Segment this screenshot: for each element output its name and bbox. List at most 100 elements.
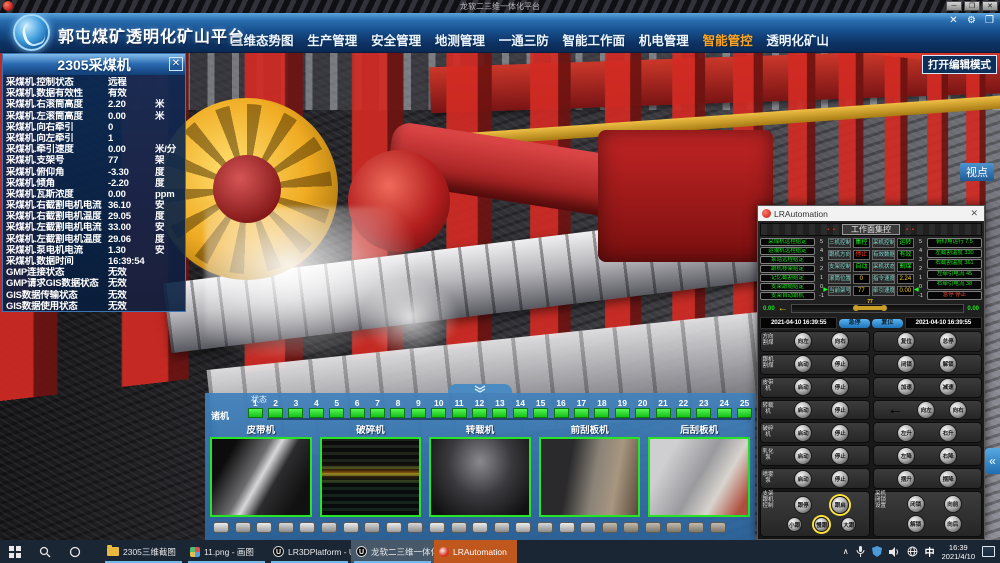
support-status-block[interactable]: [370, 408, 385, 418]
round-control-button[interactable]: 启动: [794, 470, 812, 488]
taskbar-app-3[interactable]: ULR3DPlatform - U...: [268, 540, 351, 563]
round-control-button[interactable]: 启动: [794, 424, 812, 442]
round-control-button[interactable]: 停止: [831, 447, 849, 465]
filmstrip-chip[interactable]: [710, 522, 726, 533]
support-status-block[interactable]: [533, 408, 548, 418]
round-control-button[interactable]: 向右: [831, 332, 849, 350]
round-control-button[interactable]: 向右: [949, 401, 967, 419]
support-status-block[interactable]: [452, 408, 467, 418]
preset-button[interactable]: 左截割温度 330: [927, 249, 982, 259]
search-icon[interactable]: [30, 540, 60, 563]
nav-item-1[interactable]: 三维态势图: [231, 30, 294, 49]
clock[interactable]: 16:39 2021/4/10: [942, 543, 975, 561]
preset-button[interactable]: 记忆截割给定: [760, 274, 815, 282]
support-status-block[interactable]: [431, 408, 446, 418]
round-control-button[interactable]: 向左: [794, 332, 812, 350]
round-control-button[interactable]: 大跟: [841, 517, 856, 532]
filmstrip-chip[interactable]: [537, 522, 553, 533]
round-control-button[interactable]: 向左: [917, 401, 935, 419]
gear-icon[interactable]: ⚙: [965, 14, 978, 27]
filmstrip-chip[interactable]: [451, 522, 467, 533]
support-status-block[interactable]: [268, 408, 283, 418]
support-status-block[interactable]: [248, 408, 263, 418]
round-control-button[interactable]: 跟停: [794, 496, 812, 514]
taskbar-app-1[interactable]: 2305三维截图: [102, 540, 185, 563]
support-status-block[interactable]: [390, 408, 405, 418]
hidden-icons-caret[interactable]: ∧: [843, 547, 849, 556]
preset-button[interactable]: 俯仰角运行 7.5: [927, 238, 982, 248]
filmstrip-chip[interactable]: [299, 522, 315, 533]
filmstrip-chip[interactable]: [666, 522, 682, 533]
close-button[interactable]: ✕: [982, 1, 998, 11]
filmstrip-chip[interactable]: [645, 522, 661, 533]
preset-button[interactable]: 采煤机远程给定: [760, 238, 815, 246]
round-control-button[interactable]: 闭锁: [897, 355, 915, 373]
round-control-button[interactable]: 启动: [794, 447, 812, 465]
preset-button[interactable]: 跟机移架给定: [760, 265, 815, 273]
filmstrip-chip[interactable]: [321, 522, 337, 533]
preset-button[interactable]: 泵站远程给定: [760, 256, 815, 264]
round-control-button[interactable]: 加速: [897, 378, 915, 396]
filmstrip-chip[interactable]: [472, 522, 488, 533]
filmstrip-chip[interactable]: [515, 522, 531, 533]
round-control-button[interactable]: 小跟: [787, 517, 802, 532]
round-control-button[interactable]: 左降: [897, 447, 915, 465]
wrench-icon[interactable]: ✕: [947, 14, 960, 27]
support-status-block[interactable]: [288, 408, 303, 418]
round-control-button[interactable]: 解锁: [939, 355, 957, 373]
support-status-block[interactable]: [513, 408, 528, 418]
reset-button[interactable]: 复位: [872, 319, 903, 328]
maximize-button[interactable]: ❐: [964, 1, 980, 11]
filmstrip-chip[interactable]: [429, 522, 445, 533]
filmstrip-chip[interactable]: [602, 522, 618, 533]
microphone-icon[interactable]: [856, 546, 865, 557]
filmstrip-chip[interactable]: [580, 522, 596, 533]
start-button[interactable]: [0, 540, 30, 563]
lr-close-icon[interactable]: ✕: [968, 208, 980, 219]
nav-item-5[interactable]: 一通三防: [499, 30, 549, 49]
filmstrip-chip[interactable]: [407, 522, 423, 533]
round-control-button[interactable]: 总停: [939, 332, 957, 350]
ime-indicator[interactable]: 中: [925, 544, 935, 559]
support-status-block[interactable]: [411, 408, 426, 418]
shield-icon[interactable]: [872, 546, 882, 557]
round-control-button[interactable]: 向后: [944, 515, 962, 533]
support-status-block[interactable]: [472, 408, 487, 418]
round-control-button[interactable]: 停止: [831, 470, 849, 488]
filmstrip-chip[interactable]: [235, 522, 251, 533]
nav-item-6[interactable]: 智能工作面: [562, 30, 625, 49]
support-status-block[interactable]: [594, 408, 609, 418]
round-control-button[interactable]: 摆降: [939, 470, 957, 488]
preset-button[interactable]: 运输机远程给定: [760, 247, 815, 255]
preset-button[interactable]: 右牵引电流 38: [927, 280, 982, 290]
support-status-block[interactable]: [656, 408, 671, 418]
support-status-block[interactable]: [554, 408, 569, 418]
camera-thumbnail[interactable]: [210, 437, 312, 517]
support-status-block[interactable]: [329, 408, 344, 418]
support-status-block[interactable]: [492, 408, 507, 418]
round-control-button[interactable]: 复位: [897, 332, 915, 350]
nav-item-2[interactable]: 生产管理: [307, 30, 357, 49]
taskbar-app-4[interactable]: U龙软二三维一体化...: [351, 540, 434, 563]
camera-thumbnail[interactable]: [539, 437, 641, 517]
round-control-button[interactable]: 停止: [831, 355, 849, 373]
round-control-button[interactable]: 启动: [794, 378, 812, 396]
support-status-block[interactable]: [737, 408, 752, 418]
support-status-block[interactable]: [635, 408, 650, 418]
round-control-button[interactable]: 启动: [794, 401, 812, 419]
preset-button[interactable]: 支架跟随给定: [760, 283, 815, 291]
support-status-block[interactable]: [676, 408, 691, 418]
round-control-button[interactable]: 向前: [944, 495, 962, 513]
estop-button[interactable]: 急停: [839, 319, 870, 328]
nav-item-3[interactable]: 安全管理: [371, 30, 421, 49]
nav-item-4[interactable]: 地测管理: [435, 30, 485, 49]
support-status-block[interactable]: [350, 408, 365, 418]
preset-button[interactable]: 支架自动跟机: [760, 292, 815, 300]
minimize-button[interactable]: ─: [946, 1, 962, 11]
preset-button[interactable]: 右截割温度 361: [927, 259, 982, 269]
preset-button[interactable]: 急停 停止: [927, 291, 982, 301]
round-control-button[interactable]: 右升: [939, 424, 957, 442]
preset-button[interactable]: 左牵引电流 45: [927, 270, 982, 280]
support-status-block[interactable]: [615, 408, 630, 418]
round-control-button[interactable]: 解锁: [907, 515, 925, 533]
